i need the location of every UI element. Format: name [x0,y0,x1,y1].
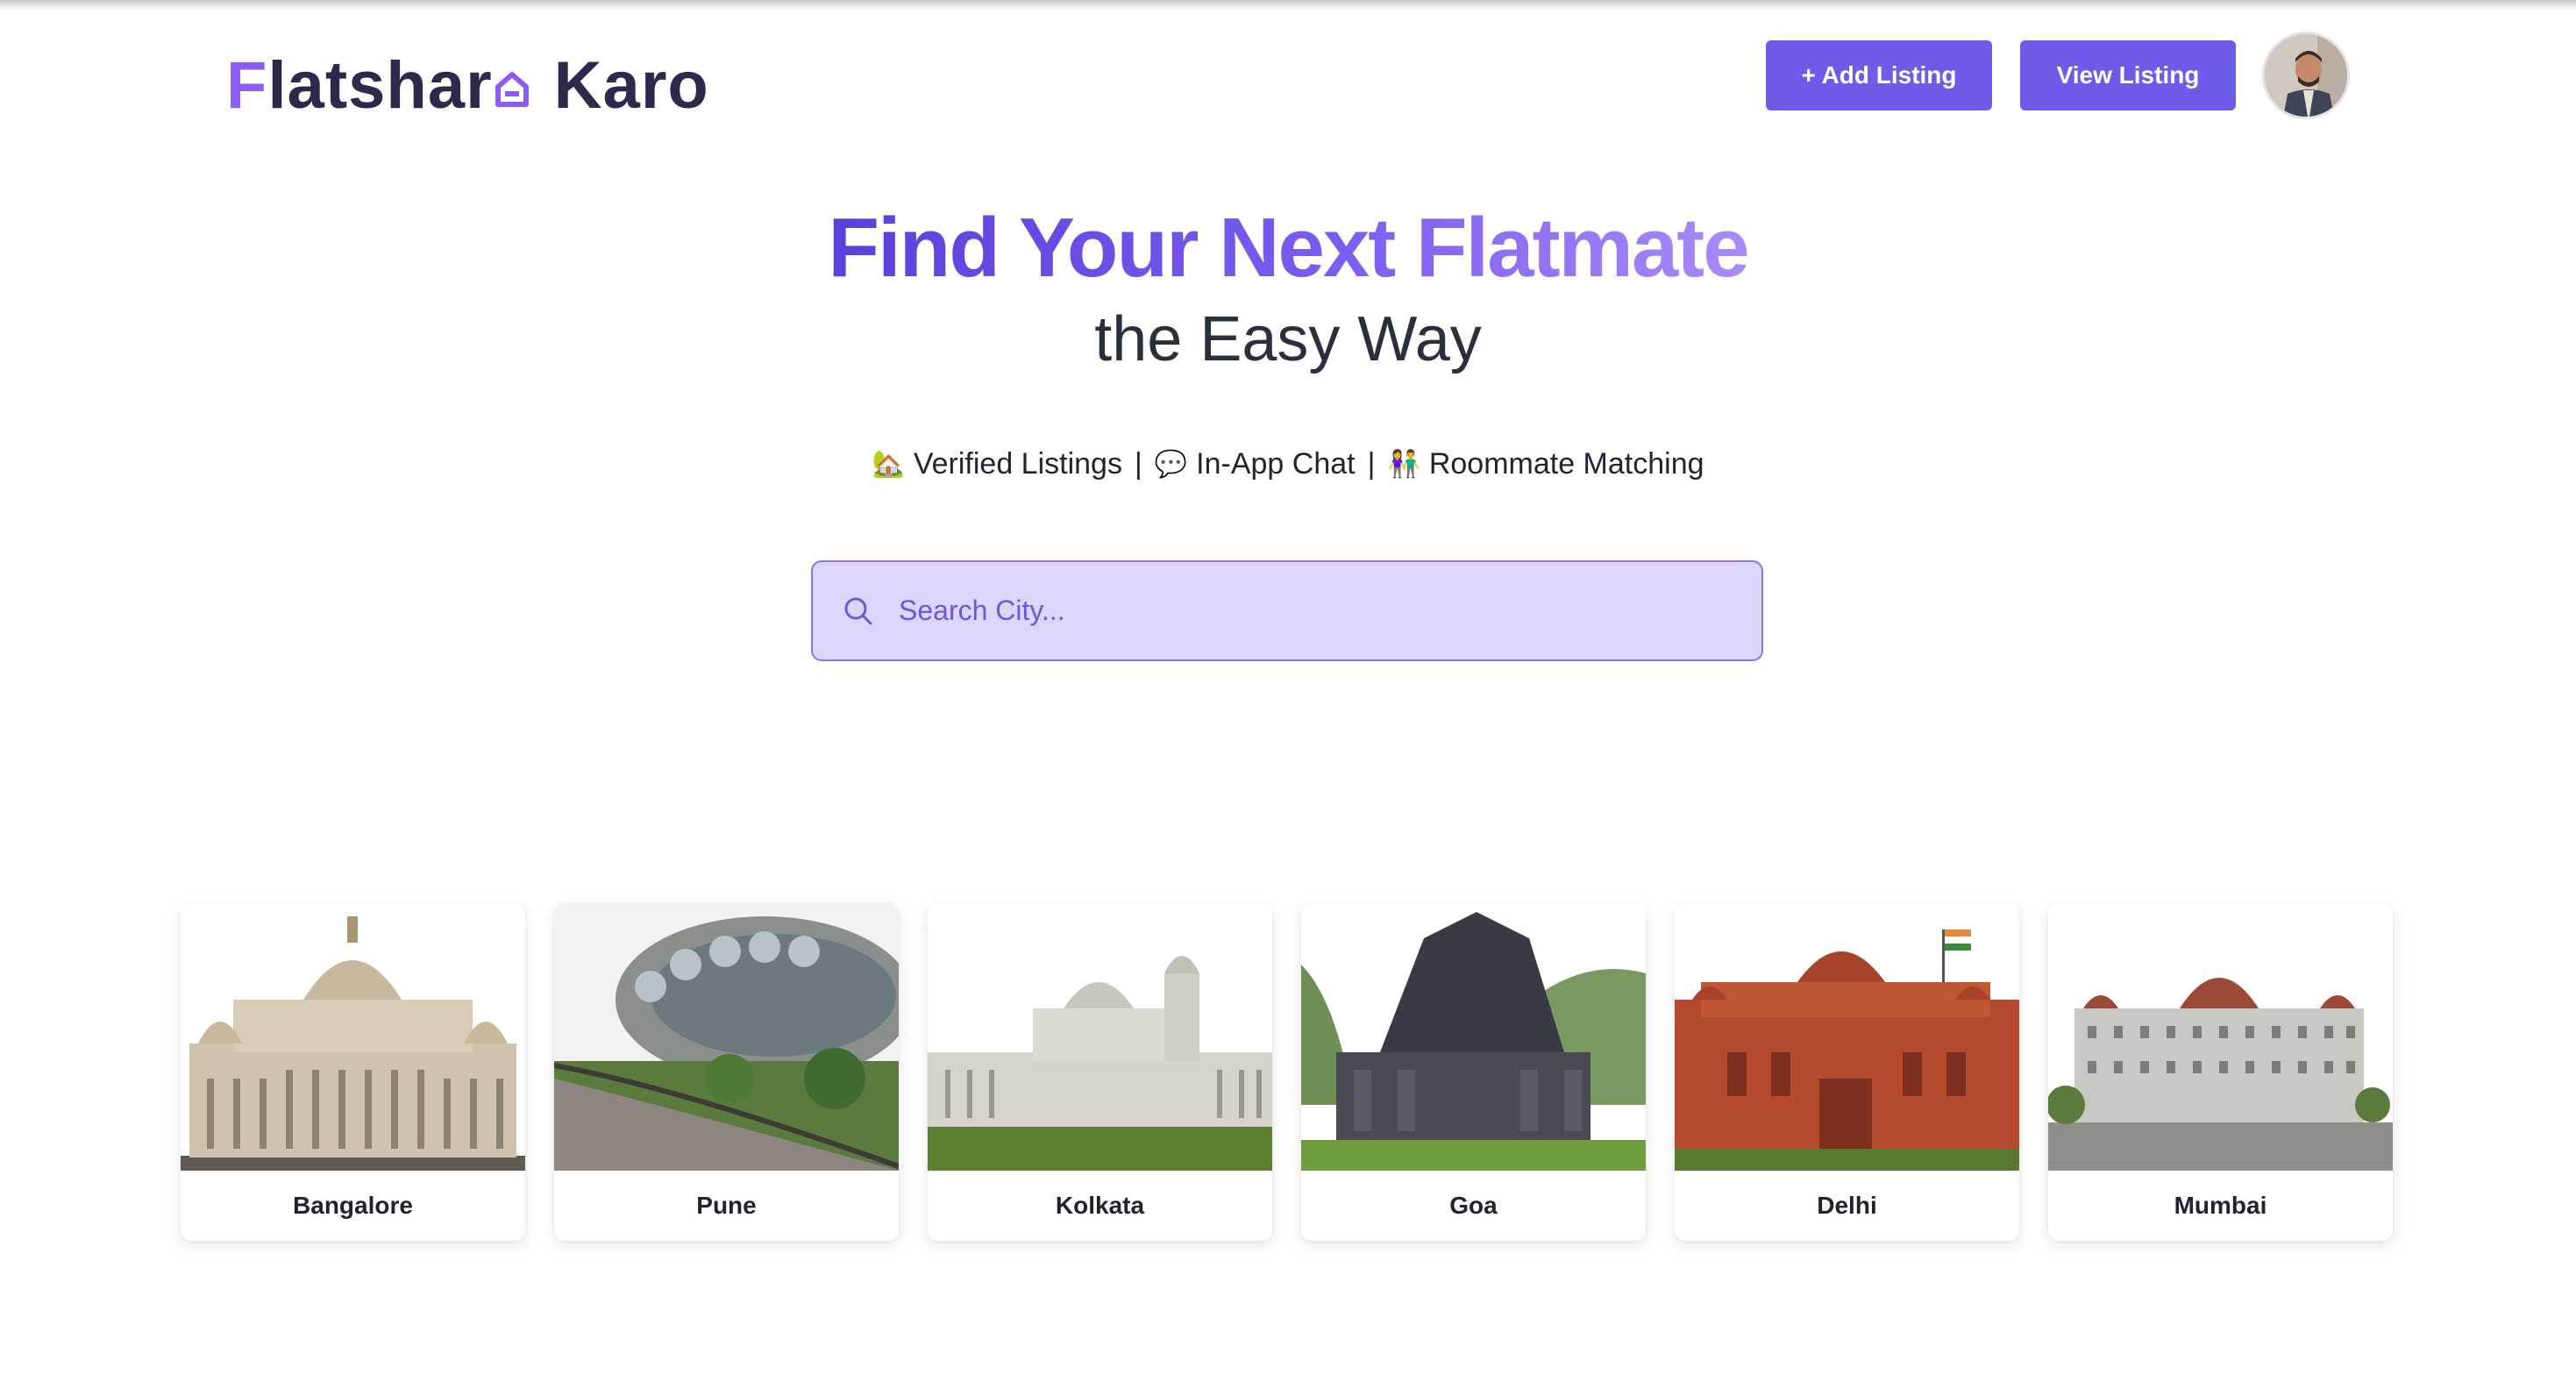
city-grid: Bangalore Pune Kolkata Goa Delhi Mumbai [181,903,2393,1241]
feature-separator: | [1134,447,1142,481]
feature-in-app-chat: In-App Chat [1196,447,1356,481]
city-name: Kolkata [1055,1192,1145,1219]
logo-initial: F [226,48,268,123]
feature-verified-listings: Verified Listings [913,447,1122,481]
city-search-box[interactable] [811,560,1763,661]
kolkata-image [928,903,1272,1171]
logo-text-part2: Karo [553,48,709,123]
hero-subtitle: the Easy Way [1094,304,1482,374]
city-name: Delhi [1817,1192,1877,1219]
goa-image [1301,903,1646,1171]
people-emoji-icon: 👫 [1387,450,1420,479]
city-card-bangalore[interactable]: Bangalore [181,903,525,1241]
city-name: Mumbai [2174,1192,2267,1219]
city-name: Goa [1449,1192,1498,1219]
city-card-delhi[interactable]: Delhi [1675,903,2019,1241]
chat-emoji-icon: 💬 [1154,450,1188,479]
pune-image [554,903,899,1171]
user-avatar[interactable] [2262,32,2350,119]
avatar-photo [2265,34,2347,117]
feature-separator: | [1367,447,1376,481]
feature-roommate-matching: Roommate Matching [1428,447,1704,481]
city-card-pune[interactable]: Pune [554,903,899,1241]
top-shadow [0,0,2576,11]
city-name: Bangalore [293,1192,413,1219]
logo-text-part1: latshar [267,48,493,123]
house-emoji-icon: 🏡 [872,450,905,479]
view-listing-button[interactable]: View Listing [2020,40,2236,110]
search-city-input[interactable] [899,595,1688,627]
delhi-image [1675,903,2019,1171]
brand-logo[interactable]: Flatshar Karo [226,47,709,124]
city-name: Pune [696,1192,757,1219]
search-icon [844,597,872,624]
feature-list: 🏡 Verified Listings | 💬 In-App Chat | 👫 … [0,447,2576,481]
house-icon [495,72,529,107]
hero-title: Find Your Next Flatmate [828,201,1749,295]
bangalore-image [181,903,525,1171]
city-card-kolkata[interactable]: Kolkata [928,903,1272,1241]
city-card-goa[interactable]: Goa [1301,903,1646,1241]
add-listing-button[interactable]: + Add Listing [1766,40,1992,110]
city-card-mumbai[interactable]: Mumbai [2048,903,2393,1241]
mumbai-image [2048,903,2393,1171]
